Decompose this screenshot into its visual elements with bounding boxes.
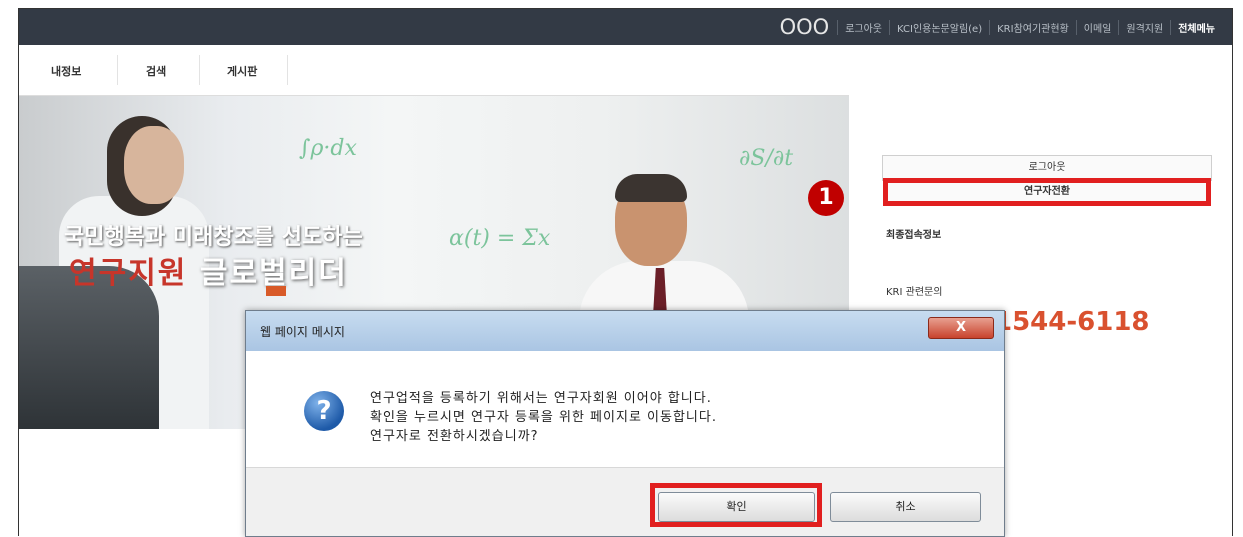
whiteboard-scribble: ∂S/∂t (739, 146, 794, 171)
dialog-body: ? 연구업적을 등록하기 위해서는 연구자회원 이어야 합니다. 확인을 누르시… (258, 351, 992, 467)
email-link[interactable]: 이메일 (1075, 19, 1119, 35)
dialog-title: 웹 페이지 메시지 (260, 325, 345, 339)
menu-item-board[interactable]: 게시판 (227, 63, 257, 79)
institution-status-link[interactable]: KRI참여기관현황 (989, 19, 1076, 35)
close-icon[interactable]: X (928, 317, 994, 339)
menu-divider (287, 55, 288, 85)
support-phone: 1544-6118 (994, 307, 1150, 337)
step-badge: 1 (808, 180, 844, 216)
menu-item-my-info[interactable]: 내정보 (51, 63, 81, 79)
whiteboard-scribble: ∫ρ·dx (299, 136, 357, 161)
dialog-message-line: 연구업적을 등록하기 위해서는 연구자회원 이어야 합니다. (370, 391, 712, 406)
banner-slogan-highlight: 연구지원 (69, 256, 188, 291)
banner-accent (266, 286, 286, 296)
dialog-footer: 확인 취소 (246, 467, 1004, 536)
logout-link[interactable]: 로그아웃 (837, 19, 889, 35)
dialog-titlebar: 웹 페이지 메시지 X (246, 311, 1004, 351)
menu-divider (117, 55, 118, 85)
all-menu-link[interactable]: 전체메뉴 (1170, 19, 1222, 35)
last-login-label: 최종접속정보 (886, 230, 942, 241)
top-bar: OOO 로그아웃 KCI인용논문알림(e) KRI참여기관현황 이메일 원격지원… (19, 9, 1232, 45)
web-page-message-dialog: 웹 페이지 메시지 X ? 연구업적을 등록하기 위해서는 연구자회원 이어야 … (245, 310, 1005, 537)
whiteboard-scribble: α(t) = Σx (449, 226, 551, 251)
menu-item-search[interactable]: 검색 (146, 63, 166, 79)
dialog-message-line: 확인을 누르시면 연구자 등록을 위한 페이지로 이동합니다. (370, 410, 717, 425)
banner-slogan-line1: 국민행복과 미래창조를 선도하는 (64, 225, 363, 250)
kci-citation-link[interactable]: KCI인용논문알림(e) (889, 19, 989, 35)
switch-to-researcher-button[interactable]: 연구자전환 (883, 178, 1211, 206)
remote-support-link[interactable]: 원격지원 (1118, 19, 1170, 35)
top-links: OOO 로그아웃 KCI인용논문알림(e) KRI참여기관현황 이메일 원격지원… (780, 9, 1222, 45)
contact-label: KRI 관련문의 (886, 287, 943, 298)
banner-slogan-line2: 연구지원 글로벌리더 (69, 248, 348, 292)
cancel-button[interactable]: 취소 (830, 492, 981, 522)
question-icon: ? (304, 391, 344, 431)
dialog-message-line: 연구자로 전환하시겠습니까? (370, 429, 539, 444)
main-menu: 내정보 검색 게시판 (19, 45, 849, 96)
site-logo: OOO (779, 15, 830, 39)
ok-button[interactable]: 확인 (658, 492, 815, 522)
menu-divider (199, 55, 200, 85)
